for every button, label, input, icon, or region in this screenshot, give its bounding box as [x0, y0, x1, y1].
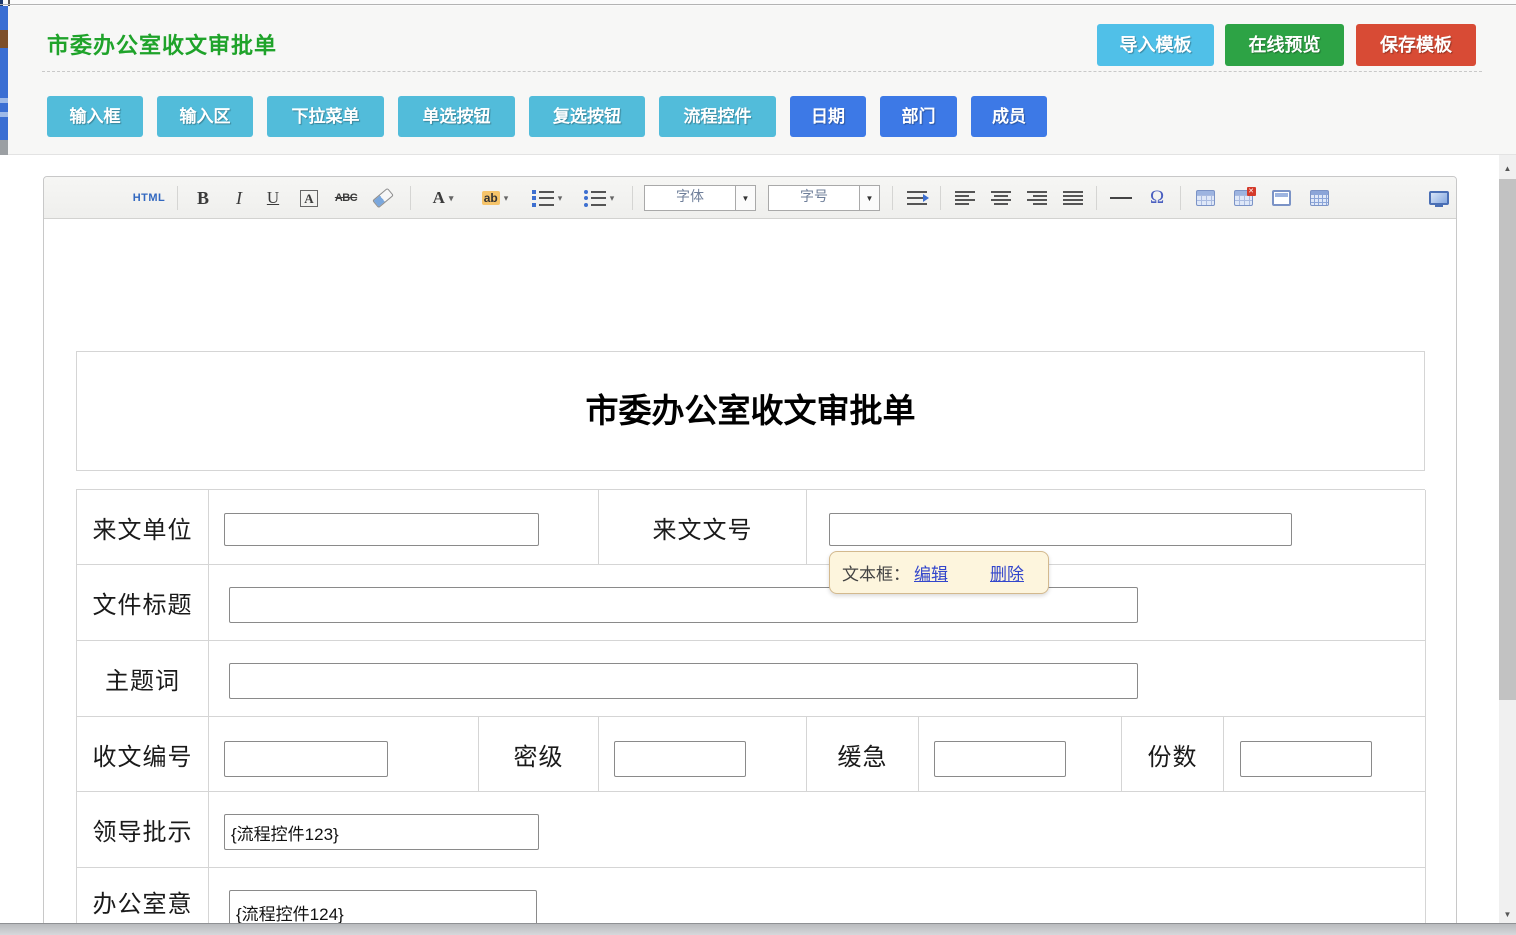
widget-member-button[interactable]: 成员: [971, 96, 1047, 137]
fullscreen-monitor-icon[interactable]: [1424, 185, 1454, 211]
tooltip-label: 文本框：: [842, 560, 910, 585]
table-properties-icon[interactable]: [1266, 185, 1296, 211]
toolbar-separator: [410, 186, 411, 210]
cell-label-doc-title: 文件标题: [77, 565, 209, 641]
toolbar-separator: [632, 186, 633, 210]
window-bottom-strip: [0, 923, 1516, 935]
font-family-select[interactable]: 字体 ▼: [644, 185, 756, 211]
cell-properties-icon[interactable]: [1304, 185, 1334, 211]
caret-down-icon: ▼: [866, 194, 874, 203]
ordered-list-icon[interactable]: ▾: [526, 185, 568, 211]
incoming-docno-input[interactable]: [829, 513, 1292, 546]
cell-label-unit: 来文单位: [77, 490, 209, 565]
scroll-up-arrow-icon[interactable]: ▲: [1499, 157, 1516, 179]
bold-icon[interactable]: B: [190, 185, 216, 211]
form-template-editor-page: 市委办公室收文审批单 导入模板 在线预览 保存模板 输入框 输入区 下拉菜单 单…: [0, 0, 1516, 935]
widget-department-button[interactable]: 部门: [880, 96, 957, 137]
align-right-icon[interactable]: [1022, 185, 1052, 211]
widget-textarea-button[interactable]: 输入区: [157, 96, 253, 137]
sidebar-text-fragment: [0, 98, 8, 103]
align-center-icon[interactable]: [986, 185, 1016, 211]
toolbar-separator: [177, 186, 178, 210]
font-color-icon[interactable]: A▾: [422, 185, 464, 211]
scrollbar-thumb[interactable]: [1499, 179, 1516, 700]
sidebar-icon-fragment: [0, 30, 8, 48]
cell-label-keywords: 主题词: [77, 641, 209, 717]
cell-label-receipt-no: 收文编号: [77, 717, 209, 792]
cell-label-leader-remarks: 领导批示: [77, 792, 209, 868]
widget-dropdown-button[interactable]: 下拉菜单: [267, 96, 384, 137]
html-source-icon[interactable]: HTML: [132, 185, 166, 211]
cell-label-urgency: 缓急: [807, 717, 919, 792]
remove-format-eraser-icon[interactable]: [368, 185, 398, 211]
import-template-button[interactable]: 导入模板: [1097, 24, 1214, 66]
richtext-editor: HTML B I U A ABC A▾ ab▾ ▾: [43, 176, 1457, 935]
highlight-color-icon[interactable]: ab▾: [474, 185, 516, 211]
font-size-select[interactable]: 字号 ▼: [768, 185, 880, 211]
toolbar-separator: [940, 186, 941, 210]
cell-label-docno: 来文文号: [599, 490, 807, 565]
cell-label-copies: 份数: [1122, 717, 1224, 792]
window-top-border: [0, 4, 1516, 5]
insert-table-icon[interactable]: [1190, 185, 1220, 211]
widget-input-box-button[interactable]: 输入框: [47, 96, 143, 137]
scroll-down-arrow-icon[interactable]: ▼: [1499, 903, 1516, 925]
caret-down-icon: ▾: [504, 194, 509, 203]
align-left-icon[interactable]: [950, 185, 980, 211]
red-x-badge: ✕: [1247, 187, 1256, 196]
form-table: 来文单位 来文文号 文件标题 主题词 收文编号 密级 缓急: [76, 489, 1425, 935]
toolbar-separator: [892, 186, 893, 210]
special-character-icon[interactable]: Ω: [1142, 185, 1172, 211]
vertical-scrollbar[interactable]: ▲ ▼: [1499, 155, 1516, 935]
unordered-list-icon[interactable]: ▾: [578, 185, 620, 211]
copies-input[interactable]: [1240, 741, 1372, 777]
widget-flow-control-button[interactable]: 流程控件: [659, 96, 776, 137]
secrecy-level-input[interactable]: [614, 741, 746, 777]
horizontal-rule-icon[interactable]: [1106, 185, 1136, 211]
italic-icon[interactable]: I: [226, 185, 252, 211]
widget-radio-button[interactable]: 单选按钮: [398, 96, 515, 137]
textbox-edit-tooltip: 文本框： 编辑 删除: [829, 551, 1049, 594]
caret-down-icon: ▾: [558, 194, 563, 203]
font-style-icon[interactable]: A: [294, 185, 324, 211]
dropdown-button[interactable]: ▼: [735, 186, 755, 210]
caret-down-icon: ▾: [449, 194, 454, 203]
sidebar-text-fragment: [0, 112, 8, 117]
incoming-unit-input[interactable]: [224, 513, 539, 546]
dropdown-button[interactable]: ▼: [859, 186, 879, 210]
page-title: 市委办公室收文审批单: [47, 28, 277, 60]
online-preview-button[interactable]: 在线预览: [1225, 24, 1344, 66]
sidebar-fragment: [0, 140, 8, 155]
widget-date-button[interactable]: 日期: [790, 96, 866, 137]
receipt-number-input[interactable]: [224, 741, 388, 777]
strikethrough-icon[interactable]: ABC: [330, 185, 362, 211]
header-divider: [42, 71, 1482, 72]
keywords-input[interactable]: [229, 663, 1138, 699]
indent-icon[interactable]: [902, 185, 932, 211]
editor-toolbar: HTML B I U A ABC A▾ ab▾ ▾: [44, 177, 1456, 219]
toolbar-separator: [1096, 186, 1097, 210]
edit-link[interactable]: 编辑: [914, 560, 948, 585]
caret-down-icon: ▼: [742, 194, 750, 203]
leader-remarks-input[interactable]: [224, 814, 539, 850]
underline-icon[interactable]: U: [260, 185, 286, 211]
form-title-cell[interactable]: 市委办公室收文审批单: [76, 351, 1425, 471]
save-template-button[interactable]: 保存模板: [1356, 24, 1476, 66]
caret-down-icon: ▾: [610, 194, 615, 203]
align-justify-icon[interactable]: [1058, 185, 1088, 211]
header-panel: 市委办公室收文审批单 导入模板 在线预览 保存模板 输入框 输入区 下拉菜单 单…: [8, 6, 1516, 155]
widget-checkbox-button[interactable]: 复选按钮: [529, 96, 645, 137]
toolbar-separator: [1180, 186, 1181, 210]
cell-label-secrecy: 密级: [479, 717, 599, 792]
delete-table-icon[interactable]: ✕: [1228, 185, 1258, 211]
urgency-input[interactable]: [934, 741, 1066, 777]
cutoff-sidebar-strip: [0, 6, 8, 155]
delete-link[interactable]: 删除: [990, 560, 1024, 585]
